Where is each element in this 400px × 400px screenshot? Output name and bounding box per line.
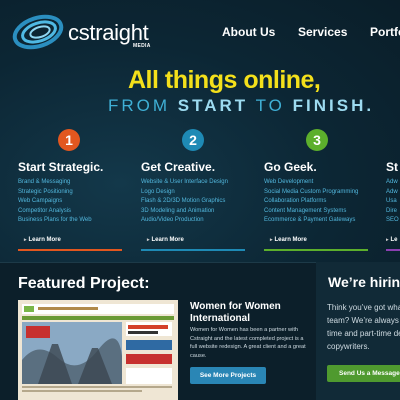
service-link[interactable]: Collaboration Platforms	[264, 197, 358, 207]
service-link[interactable]: Content Management Systems	[264, 207, 358, 217]
service-link[interactable]: Logo Design	[141, 188, 228, 198]
service-link[interactable]: Adw	[386, 178, 399, 188]
hero-subheadline: FROM START TO FINISH.	[108, 96, 375, 115]
arrow-right-icon: ▸	[24, 237, 27, 243]
hiring-text-line: team? We’re always	[327, 316, 399, 325]
step-number-badge: 1	[58, 129, 80, 151]
hiring-text-line: Think you’ve got wha	[327, 303, 400, 312]
step-number-badge: 2	[182, 129, 204, 151]
learn-more-link[interactable]: ▸ Le	[386, 237, 398, 243]
column-accent-bar	[386, 249, 400, 251]
arrow-right-icon: ▸	[147, 237, 150, 243]
column-title: Go Geek.	[264, 160, 317, 174]
service-link[interactable]: Usa	[386, 197, 399, 207]
send-message-button[interactable]: Send Us a Message	[327, 365, 400, 382]
service-link[interactable]: Website & User Interface Design	[141, 178, 228, 188]
service-list: Web Development Social Media Custom Prog…	[264, 178, 358, 226]
service-link[interactable]: Social Media Custom Programming	[264, 188, 358, 198]
project-screenshot[interactable]	[18, 300, 178, 400]
service-column-creative: 2 Get Creative. Website & User Interface…	[141, 129, 253, 253]
column-title: Get Creative.	[141, 160, 216, 174]
service-link[interactable]: Web Campaigns	[18, 197, 92, 207]
service-list: Brand & Messaging Strategic Positioning …	[18, 178, 92, 226]
column-accent-bar	[141, 249, 245, 251]
step-number-badge: 3	[306, 129, 328, 151]
main-nav: About Us Services Portfo	[0, 25, 400, 41]
service-list: Adw Adw Usa Dire SEO	[386, 178, 399, 226]
learn-more-link[interactable]: ▸ Learn More	[147, 237, 184, 243]
project-screenshot-image	[18, 300, 178, 400]
service-link[interactable]: Strategic Positioning	[18, 188, 92, 198]
brand-sub: MEDIA	[133, 43, 151, 49]
see-more-projects-button[interactable]: See More Projects	[190, 367, 266, 384]
learn-more-link[interactable]: ▸ Learn More	[24, 237, 61, 243]
service-link[interactable]: Business Plans for the Web	[18, 216, 92, 226]
hiring-text-line: copywriters.	[327, 342, 370, 351]
column-title: Start Strategic.	[18, 160, 104, 174]
service-column-partial: St Adw Adw Usa Dire SEO ▸ Le	[386, 129, 400, 253]
service-link[interactable]: Audio/Video Production	[141, 216, 228, 226]
service-link[interactable]: 3D Modeling and Animation	[141, 207, 228, 217]
service-column-strategic: 1 Start Strategic. Brand & Messaging Str…	[18, 129, 130, 253]
service-link[interactable]: Web Development	[264, 178, 358, 188]
hero-headline: All things online,	[128, 66, 321, 94]
service-link[interactable]: Brand & Messaging	[18, 178, 92, 188]
column-title: St	[386, 160, 398, 174]
service-link[interactable]: Adw	[386, 188, 399, 198]
hiring-heading: We’re hiring	[328, 274, 400, 290]
hiring-text: Think you’ve got wha team? We’re always …	[327, 301, 400, 353]
service-column-geek: 3 Go Geek. Web Development Social Media …	[264, 129, 376, 253]
column-accent-bar	[264, 249, 368, 251]
service-link[interactable]: Flash & 2D/3D Motion Graphics	[141, 197, 228, 207]
learn-more-link[interactable]: ▸ Learn More	[270, 237, 307, 243]
arrow-right-icon: ▸	[386, 237, 389, 243]
nav-about-us[interactable]: About Us	[222, 25, 275, 39]
service-link[interactable]: Ecommerce & Payment Gateways	[264, 216, 358, 226]
service-link[interactable]: Competitor Analysis	[18, 207, 92, 217]
nav-services[interactable]: Services	[298, 25, 347, 39]
column-accent-bar	[18, 249, 122, 251]
project-description: Women for Women has been a partner with …	[190, 327, 306, 359]
nav-portfolio[interactable]: Portfo	[370, 25, 400, 39]
hiring-text-line: time and part-time de	[327, 329, 400, 338]
arrow-right-icon: ▸	[270, 237, 273, 243]
service-link[interactable]: Dire	[386, 207, 399, 217]
project-name[interactable]: Women for Women International	[190, 301, 300, 325]
featured-heading: Featured Project:	[18, 275, 150, 292]
service-link[interactable]: SEO	[386, 216, 399, 226]
service-list: Website & User Interface Design Logo Des…	[141, 178, 228, 226]
